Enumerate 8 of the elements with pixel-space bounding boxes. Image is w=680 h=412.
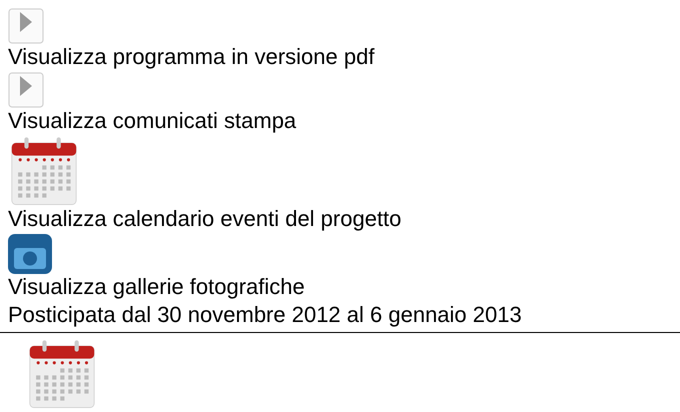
camera-icon	[8, 234, 52, 274]
calendar-link[interactable]: Visualizza calendario eventi del progetto	[8, 206, 402, 232]
view-link[interactable]: Visualizza programma in versione pdf	[8, 44, 374, 70]
play-icon	[8, 8, 44, 44]
event-dates: Posticipata dal 30 novembre 2012 al 6 gennaio 2013	[8, 302, 522, 328]
play-icon	[8, 72, 44, 108]
view-link[interactable]: Visualizza comunicati stampa	[8, 108, 296, 134]
gallery-link[interactable]: Visualizza gallerie fotografiche	[8, 274, 305, 300]
